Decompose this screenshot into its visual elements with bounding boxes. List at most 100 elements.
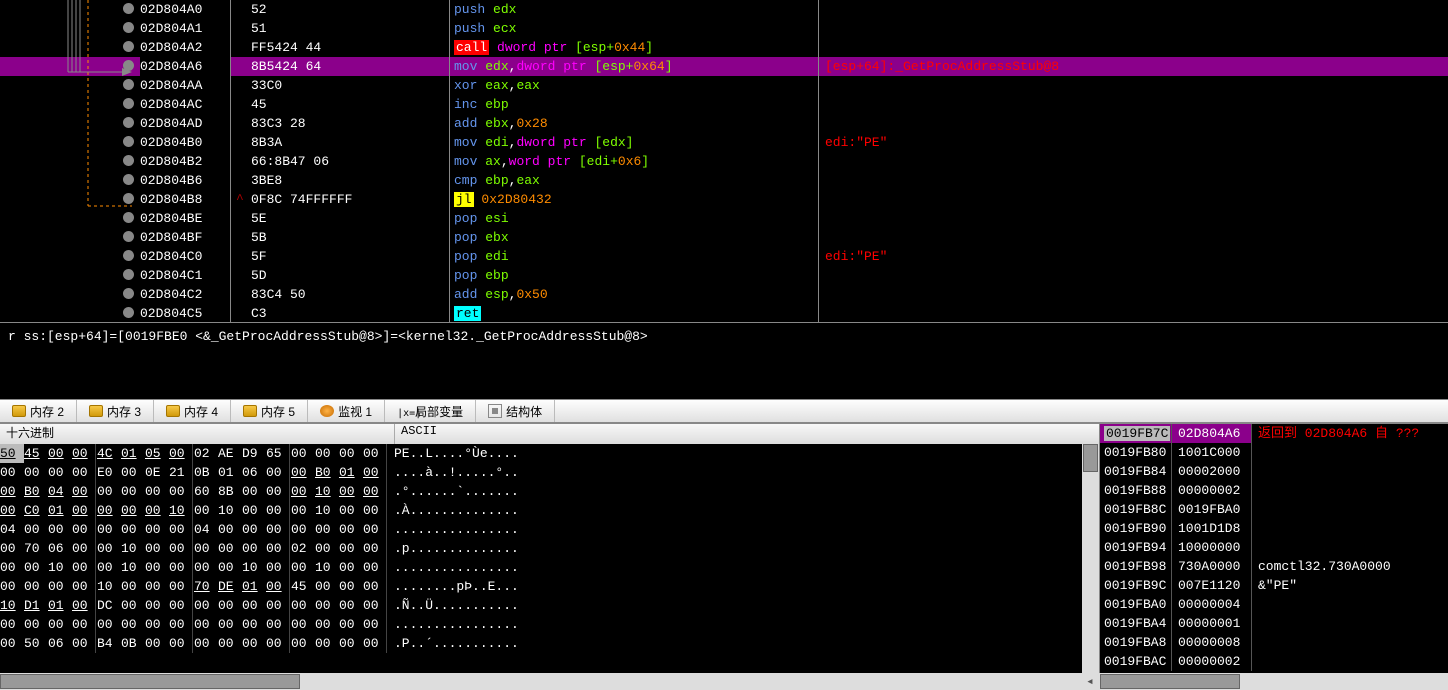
- dump-row[interactable]: 00B0040000000000608B000000100000.°......…: [0, 482, 1099, 501]
- stack-addr: 0019FB90: [1100, 519, 1172, 538]
- disassembly-pane[interactable]: 02D804A052push edx02D804A151push ecx02D8…: [0, 0, 1448, 323]
- stack-row[interactable]: 0019FB9410000000: [1100, 538, 1448, 557]
- disasm-row[interactable]: 02D804A151push ecx: [0, 19, 1448, 38]
- tab-label: 监视 1: [338, 403, 372, 420]
- addr: 02D804B0: [140, 133, 230, 152]
- stack-row[interactable]: 0019FB98730A0000comctl32.730A0000: [1100, 557, 1448, 576]
- addr: 02D804AA: [140, 76, 230, 95]
- disasm-row[interactable]: 02D804C283C4 50add esp,0x50: [0, 285, 1448, 304]
- disasm-row[interactable]: 02D804AA33C0xor eax,eax: [0, 76, 1448, 95]
- tab-strip[interactable]: 内存 2 内存 3 内存 4 内存 5 监视 1 局部变量结构体: [0, 400, 1448, 423]
- tab-监视 1[interactable]: 监视 1: [308, 400, 385, 422]
- dump-row[interactable]: 10D10100DC0000000000000000000000.Ñ..Ü...…: [0, 596, 1099, 615]
- disasm-row[interactable]: 02D804B80F8C 74FFFFFFjl 0x2D80432: [0, 190, 1448, 209]
- tab-内存 2[interactable]: 内存 2: [0, 400, 77, 422]
- stack-row[interactable]: 0019FB901001D1D8: [1100, 519, 1448, 538]
- stack-row[interactable]: 0019FBAC00000002: [1100, 652, 1448, 671]
- tab-label: 局部变量: [415, 403, 463, 420]
- dump-row[interactable]: 000000001000000070DE010045000000........…: [0, 577, 1099, 596]
- stack-row[interactable]: 0019FB9C007E1120&"PE": [1100, 576, 1448, 595]
- dump-row[interactable]: 00C00100000000100010000000100000.À......…: [0, 501, 1099, 520]
- stack-row[interactable]: 0019FBA800000008: [1100, 633, 1448, 652]
- tab-内存 4[interactable]: 内存 4: [154, 400, 231, 422]
- tab-结构体[interactable]: 结构体: [476, 400, 555, 422]
- stack-addr: 0019FB94: [1100, 538, 1172, 557]
- comment: [818, 152, 1448, 171]
- disasm-row[interactable]: 02D804BE5Epop esi: [0, 209, 1448, 228]
- addr: 02D804B2: [140, 152, 230, 171]
- comment: [818, 19, 1448, 38]
- disasm-row[interactable]: 02D804B266:8B47 06mov ax,word ptr [edi+0…: [0, 152, 1448, 171]
- stack-body[interactable]: 0019FB7C02D804A6返回到 02D804A6 自 ???0019FB…: [1100, 424, 1448, 673]
- addr: 02D804C2: [140, 285, 230, 304]
- disasm-row[interactable]: 02D804A2FF5424 44call dword ptr [esp+0x4…: [0, 38, 1448, 57]
- disasm-row[interactable]: 02D804C15Dpop ebp: [0, 266, 1448, 285]
- stack-row[interactable]: 0019FB7C02D804A6返回到 02D804A6 自 ???: [1100, 424, 1448, 443]
- disasm-row[interactable]: 02D804AD83C3 28add ebx,0x28: [0, 114, 1448, 133]
- tab-局部变量[interactable]: 局部变量: [385, 400, 476, 422]
- stack-row[interactable]: 0019FB8C0019FBA0: [1100, 500, 1448, 519]
- stack-addr: 0019FBA0: [1100, 595, 1172, 614]
- dump-body[interactable]: 504500004C01050002AED96500000000PE..L...…: [0, 444, 1099, 690]
- addr: 02D804C0: [140, 247, 230, 266]
- dump-row[interactable]: 00001000001000000000100000100000........…: [0, 558, 1099, 577]
- stack-comment: &"PE": [1252, 576, 1448, 595]
- disasm-row[interactable]: 02D804AC45inc ebp: [0, 95, 1448, 114]
- stack-hscrollbar[interactable]: [1100, 673, 1448, 690]
- addr: 02D804B6: [140, 171, 230, 190]
- stack-comment: [1252, 481, 1448, 500]
- stack-pane[interactable]: 0019FB7C02D804A6返回到 02D804A6 自 ???0019FB…: [1100, 424, 1448, 690]
- stack-addr: 0019FB7C: [1100, 424, 1172, 443]
- stack-row[interactable]: 0019FB801001C000: [1100, 443, 1448, 462]
- disasm-row[interactable]: 02D804A052push edx: [0, 0, 1448, 19]
- dump-row[interactable]: 00700600001000000000000002000000.p......…: [0, 539, 1099, 558]
- disasm-row[interactable]: 02D804BF5Bpop ebx: [0, 228, 1448, 247]
- tab-内存 5[interactable]: 内存 5: [231, 400, 308, 422]
- stack-comment: [1252, 538, 1448, 557]
- dump-row[interactable]: 04000000000000000400000000000000........…: [0, 520, 1099, 539]
- comment: [818, 95, 1448, 114]
- stack-row[interactable]: 0019FB8400002000: [1100, 462, 1448, 481]
- disasm-row[interactable]: 02D804C05Fpop ediedi:"PE": [0, 247, 1448, 266]
- stack-addr: 0019FB84: [1100, 462, 1172, 481]
- stack-value: 0019FBA0: [1172, 500, 1252, 519]
- stack-comment: 返回到 02D804A6 自 ???: [1252, 424, 1448, 443]
- disasm-row[interactable]: 02D804C5C3ret: [0, 304, 1448, 323]
- stack-value: 730A0000: [1172, 557, 1252, 576]
- instruction: pop ebx: [450, 228, 818, 247]
- tab-label: 内存 4: [184, 403, 218, 420]
- dump-row[interactable]: 00000000000000000000000000000000........…: [0, 615, 1099, 634]
- stack-row[interactable]: 0019FB8800000002: [1100, 481, 1448, 500]
- instruction: inc ebp: [450, 95, 818, 114]
- dump-row[interactable]: 504500004C01050002AED96500000000PE..L...…: [0, 444, 1099, 463]
- stack-row[interactable]: 0019FBA000000004: [1100, 595, 1448, 614]
- addr: 02D804B8: [140, 190, 230, 209]
- comment: [818, 76, 1448, 95]
- stack-comment: [1252, 519, 1448, 538]
- watch-icon: [320, 405, 334, 417]
- mem-icon: [12, 405, 26, 417]
- info-bar: r ss:[esp+64]=[0019FBE0 <&_GetProcAddres…: [0, 323, 1448, 400]
- disasm-row[interactable]: 02D804A68B5424 64mov edx,dword ptr [esp+…: [0, 57, 1448, 76]
- bytes: 8B3A: [230, 133, 450, 152]
- stack-addr: 0019FB88: [1100, 481, 1172, 500]
- stack-value: 00000002: [1172, 652, 1252, 671]
- dump-vscrollbar[interactable]: [1082, 444, 1099, 690]
- stack-comment: [1252, 443, 1448, 462]
- dump-row[interactable]: 00000000E0000E210B01060000B00100....à..!…: [0, 463, 1099, 482]
- stack-row[interactable]: 0019FBA400000001: [1100, 614, 1448, 633]
- disasm-row[interactable]: 02D804B63BE8cmp ebp,eax: [0, 171, 1448, 190]
- disasm-row[interactable]: 02D804B08B3Amov edi,dword ptr [edx]edi:"…: [0, 133, 1448, 152]
- stack-value: 10000000: [1172, 538, 1252, 557]
- bytes: 83C4 50: [230, 285, 450, 304]
- tab-label: 内存 2: [30, 403, 64, 420]
- stack-value: 00000002: [1172, 481, 1252, 500]
- tab-内存 3[interactable]: 内存 3: [77, 400, 154, 422]
- memory-dump-pane[interactable]: 十六进制 ASCII 504500004C01050002AED96500000…: [0, 424, 1100, 690]
- instruction: jl 0x2D80432: [450, 190, 818, 209]
- dump-row[interactable]: 00500600B40B00000000000000000000.P..´...…: [0, 634, 1099, 653]
- bytes: 5E: [230, 209, 450, 228]
- stack-addr: 0019FB9C: [1100, 576, 1172, 595]
- comment: [818, 190, 1448, 209]
- stack-comment: comctl32.730A0000: [1252, 557, 1448, 576]
